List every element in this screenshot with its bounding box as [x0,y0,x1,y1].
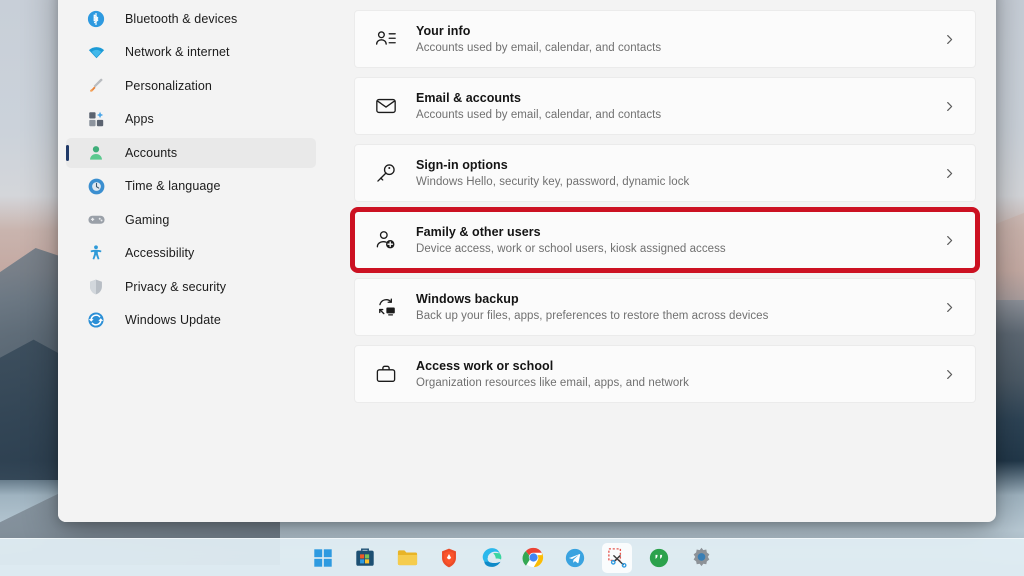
snipping-tool[interactable] [602,542,632,573]
start-button[interactable] [308,543,338,573]
settings-card-your-info[interactable]: Your info Accounts used by email, calenda… [354,10,976,68]
backup-icon [373,294,399,320]
sidebar-item-bluetooth-devices[interactable]: Bluetooth & devices [66,4,316,34]
edge-icon [480,546,503,569]
sidebar-item-label: Accessibility [125,246,195,260]
card-title: Access work or school [416,358,554,373]
card-text-group: Windows backup Back up your files, apps, … [416,291,941,324]
sidebar-item-accounts[interactable]: Accounts [66,137,316,168]
bluetooth-icon [86,9,106,29]
person-icon [86,143,106,163]
settings-content: Your info Accounts used by email, calenda… [324,0,996,522]
chevron-right-icon[interactable] [941,100,957,113]
settings-sidebar: Bluetooth & devices Network & internet Per… [58,0,324,522]
sidebar-item-label: Personalization [125,78,212,93]
card-title: Windows backup [416,291,519,306]
snipping-tool-icon [606,546,629,569]
card-text-group: Your info Accounts used by email, calenda… [416,23,941,56]
card-title: Family & other users [416,224,541,239]
taskbar [0,538,1024,576]
settings-card-family-other-users[interactable]: Family & other users Device access, work … [350,207,980,273]
card-title: Sign-in options [416,157,508,172]
settings-window: Bluetooth & devices Network & internet Per… [58,0,996,522]
card-subtitle: Device access, work or school users, kio… [416,242,726,255]
gamepad-icon [86,210,106,230]
wifi-icon [86,42,106,62]
chrome-icon [522,546,545,569]
google-chrome[interactable] [518,543,548,573]
microsoft-edge[interactable] [476,543,506,573]
sidebar-item-label: Apps [125,112,154,126]
person-details-icon [373,26,399,52]
sidebar-item-privacy-security[interactable]: Privacy & security [66,272,316,302]
card-title: Email & accounts [416,90,521,105]
windows-start-icon [312,547,334,569]
chevron-right-icon[interactable] [941,368,957,381]
card-text-group: Sign-in options Windows Hello, security k… [416,157,941,190]
sidebar-item-apps[interactable]: Apps [66,104,316,134]
settings[interactable] [686,543,716,573]
chevron-right-icon[interactable] [941,234,957,247]
microsoft-store[interactable] [350,543,380,573]
sidebar-item-gaming[interactable]: Gaming [66,205,316,235]
card-subtitle: Back up your files, apps, preferences to… [416,309,769,322]
key-icon [373,160,399,186]
card-subtitle: Accounts used by email, calendar, and co… [416,41,662,54]
chevron-right-icon[interactable] [941,301,957,314]
settings-card-access-work-or-school[interactable]: Access work or school Organization resour… [354,345,976,403]
sidebar-item-windows-update[interactable]: Windows Update [66,305,316,335]
clock-globe-icon [86,176,106,196]
sidebar-item-network-internet[interactable]: Network & internet [66,37,316,67]
sidebar-item-accessibility[interactable]: Accessibility [66,238,316,268]
card-subtitle: Windows Hello, security key, password, d… [416,175,690,188]
sidebar-item-label: Windows Update [125,313,221,327]
card-title: Your info [416,23,471,38]
chat-app[interactable] [644,543,674,573]
sidebar-item-personalization[interactable]: Personalization [66,71,316,101]
person-add-icon [373,227,399,253]
gear-icon [690,546,713,569]
sidebar-item-label: Network & internet [125,45,230,59]
desktop: Bluetooth & devices Network & internet Per… [0,0,1024,576]
brave-icon [438,547,460,569]
card-text-group: Email & accounts Accounts used by email, … [416,90,941,123]
sidebar-item-label: Bluetooth & devices [125,11,238,26]
settings-card-windows-backup[interactable]: Windows backup Back up your files, apps, … [354,278,976,336]
card-subtitle: Accounts used by email, calendar, and co… [416,108,662,121]
telegram[interactable] [560,543,590,573]
chevron-right-icon[interactable] [941,167,957,180]
card-subtitle: Organization resources like email, apps,… [416,376,689,389]
sidebar-item-time-language[interactable]: Time & language [66,171,316,201]
update-icon [86,310,106,330]
shield-icon [86,277,106,297]
apps-icon [86,109,106,129]
settings-card-sign-in-options[interactable]: Sign-in options Windows Hello, security k… [354,144,976,202]
sidebar-item-label: Gaming [125,212,170,227]
briefcase-icon [373,361,399,387]
sidebar-item-label: Time & language [125,179,221,193]
store-icon [354,547,376,569]
chat-bubble-icon [648,547,670,569]
folder-icon [396,546,419,569]
paintbrush-icon [86,76,106,96]
chevron-right-icon[interactable] [941,33,957,46]
sidebar-item-label: Accounts [125,145,178,160]
settings-card-email-accounts[interactable]: Email & accounts Accounts used by email, … [354,77,976,135]
envelope-icon [373,93,399,119]
file-explorer[interactable] [392,543,422,573]
sidebar-item-label: Privacy & security [125,279,227,294]
card-text-group: Access work or school Organization resour… [416,358,941,391]
accessibility-icon [86,243,106,263]
brave-browser[interactable] [434,543,464,573]
telegram-icon [564,547,586,569]
card-text-group: Family & other users Device access, work … [416,224,941,257]
